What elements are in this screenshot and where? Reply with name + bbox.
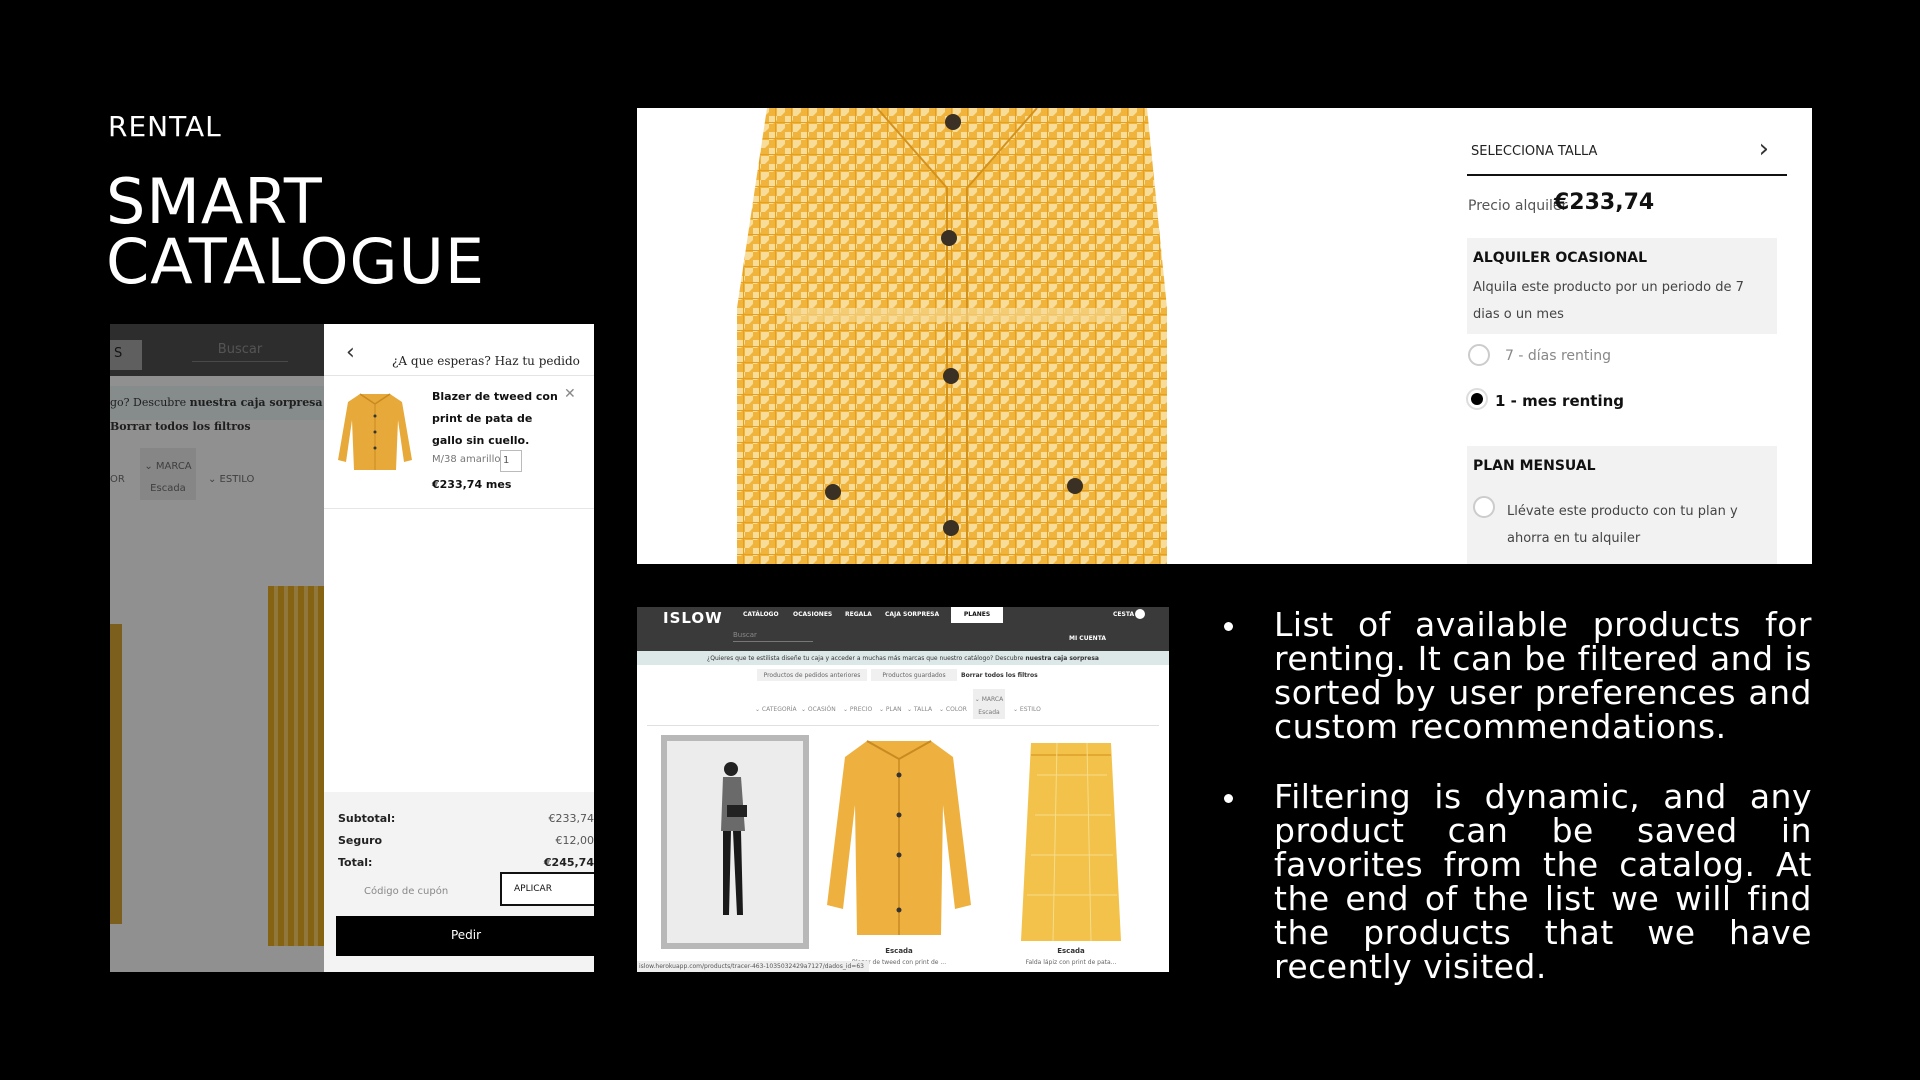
jacket-image: [737, 108, 1167, 564]
clear-filters-link[interactable]: Borrar todos los filtros: [961, 672, 1038, 679]
filter-categoria[interactable]: ⌄ CATEGORÍA: [755, 706, 797, 713]
radio-plan[interactable]: [1473, 496, 1495, 518]
overlay-dim: [110, 324, 324, 972]
slide-title: SMART CATALOGUE: [106, 165, 486, 298]
quantity-input[interactable]: 1: [500, 450, 522, 472]
catalogue-background: S Buscar go? Descubre nuestra caja sorpr…: [110, 324, 328, 972]
product-card-jacket[interactable]: [819, 735, 979, 949]
size-label: SELECCIONA TALLA: [1471, 144, 1598, 159]
product-brand: Escada: [885, 947, 913, 955]
filter-ocasion[interactable]: ⌄ OCASIÓN: [801, 706, 836, 713]
filter-marca-value: Escada: [978, 709, 1000, 716]
tab-previous-orders[interactable]: Productos de pedidos anteriores: [757, 669, 867, 681]
title-line-2: CATALOGUE: [106, 225, 486, 298]
option-7-days-label[interactable]: 7 - días renting: [1505, 348, 1611, 364]
filter-precio[interactable]: ⌄ PRECIO: [843, 706, 872, 713]
search-input[interactable]: Buscar: [733, 631, 813, 642]
option-1-month-label[interactable]: 1 - mes renting: [1495, 392, 1624, 410]
total-value: €245,74: [543, 856, 594, 869]
order-button[interactable]: Pedir: [336, 916, 594, 956]
product-brand: Escada: [1057, 947, 1085, 955]
filter-marca-label: ⌄ MARCA: [974, 696, 1004, 703]
close-icon[interactable]: ✕: [564, 386, 576, 402]
jacket-thumbnail[interactable]: [332, 390, 418, 472]
occasional-rental-box: ALQUILER OCASIONAL Alquila este producto…: [1467, 238, 1777, 334]
cart-title: ¿A que esperas? Haz tu pedido: [392, 354, 580, 368]
size-selector[interactable]: SELECCIONA TALLA ›: [1467, 128, 1787, 176]
product-desc[interactable]: Falda lápiz con print de pata...: [1001, 959, 1141, 966]
menu-catalogo[interactable]: CATÁLOGO: [743, 611, 779, 618]
filter-estilo[interactable]: ⌄ ESTILO: [1013, 706, 1041, 713]
menu-caja-sorpresa[interactable]: CAJA SORPRESA: [885, 611, 939, 618]
product-card-skirt[interactable]: [997, 735, 1145, 949]
product-detail-screenshot: SELECCIONA TALLA › Precio alquiler €233,…: [637, 108, 1812, 564]
rent-price: €233,74: [1554, 190, 1655, 215]
subtotal-label: Subtotal:: [338, 812, 396, 825]
plan-title: PLAN MENSUAL: [1473, 458, 1596, 474]
cart-header: ‹ ¿A que esperas? Haz tu pedido: [324, 324, 594, 376]
monthly-plan-box: PLAN MENSUAL Llévate este producto con t…: [1467, 446, 1777, 564]
filter-color[interactable]: ⌄ COLOR: [939, 706, 967, 713]
filter-plan[interactable]: ⌄ PLAN: [879, 706, 902, 713]
account-link[interactable]: MI CUENTA: [1069, 635, 1106, 642]
eyebrow: RENTAL: [108, 110, 222, 143]
tab-saved[interactable]: Productos guardados: [871, 669, 957, 681]
cart-count-badge: [1135, 609, 1145, 619]
cart-item-variant: M/38 amarillo: [432, 454, 501, 465]
radio-1-month[interactable]: [1466, 388, 1488, 410]
chevron-right-icon: ›: [1758, 134, 1769, 164]
occasional-title: ALQUILER OCASIONAL: [1473, 250, 1648, 266]
chevron-left-icon[interactable]: ‹: [346, 340, 355, 365]
rent-price-label: Precio alquiler: [1468, 198, 1568, 214]
menu-planes[interactable]: PLANES: [951, 607, 1003, 623]
cart-link[interactable]: CESTA: [1113, 611, 1134, 618]
catalogue-screenshot: ISLOW CATÁLOGO OCASIONES REGALA CAJA SOR…: [637, 607, 1169, 972]
title-line-1: SMART: [106, 165, 323, 238]
nav-bar: ISLOW CATÁLOGO OCASIONES REGALA CAJA SOR…: [637, 607, 1169, 651]
apply-coupon-button[interactable]: APLICAR: [500, 872, 594, 906]
status-url: islow.herokuapp.com/products/tracer-463-…: [637, 961, 869, 972]
occasional-desc: Alquila este producto por un periodo de …: [1473, 280, 1744, 322]
editorial-image[interactable]: [661, 735, 809, 949]
menu-ocasiones[interactable]: OCASIONES: [793, 611, 832, 618]
total-label: Total:: [338, 856, 373, 869]
cart-drawer: ‹ ¿A que esperas? Haz tu pedido Blazer d…: [324, 324, 594, 972]
insurance-label: Seguro: [338, 834, 383, 847]
filter-marca[interactable]: ⌄ MARCA Escada: [973, 689, 1005, 719]
feature-item: Filtering is dynamic, and any product ca…: [1224, 780, 1812, 984]
subtotal-value: €233,74: [548, 812, 595, 825]
promo-link[interactable]: nuestra caja sorpresa: [1025, 655, 1099, 662]
filter-talla[interactable]: ⌄ TALLA: [907, 706, 932, 713]
feature-item: List of available products for renting. …: [1224, 608, 1812, 744]
promo-text: ¿Quieres que te estilista diseñe tu caja…: [707, 655, 1026, 662]
cart-screenshot: S Buscar go? Descubre nuestra caja sorpr…: [110, 324, 594, 972]
radio-7-days[interactable]: [1468, 344, 1490, 366]
menu-regala[interactable]: REGALA: [845, 611, 872, 618]
logo[interactable]: ISLOW: [663, 609, 723, 627]
feature-list: List of available products for renting. …: [1224, 608, 1812, 1020]
divider: [647, 725, 1159, 726]
divider: [324, 508, 594, 509]
plan-desc[interactable]: Llévate este producto con tu plan y ahor…: [1507, 498, 1773, 552]
promo-banner[interactable]: ¿Quieres que te estilista diseñe tu caja…: [637, 651, 1169, 665]
cart-item-name[interactable]: Blazer de tweed con print de pata de gal…: [432, 386, 562, 452]
cart-item-price: €233,74 mes: [432, 478, 512, 491]
insurance-value: €12,00: [555, 834, 595, 847]
coupon-input[interactable]: Código de cupón: [364, 886, 448, 897]
